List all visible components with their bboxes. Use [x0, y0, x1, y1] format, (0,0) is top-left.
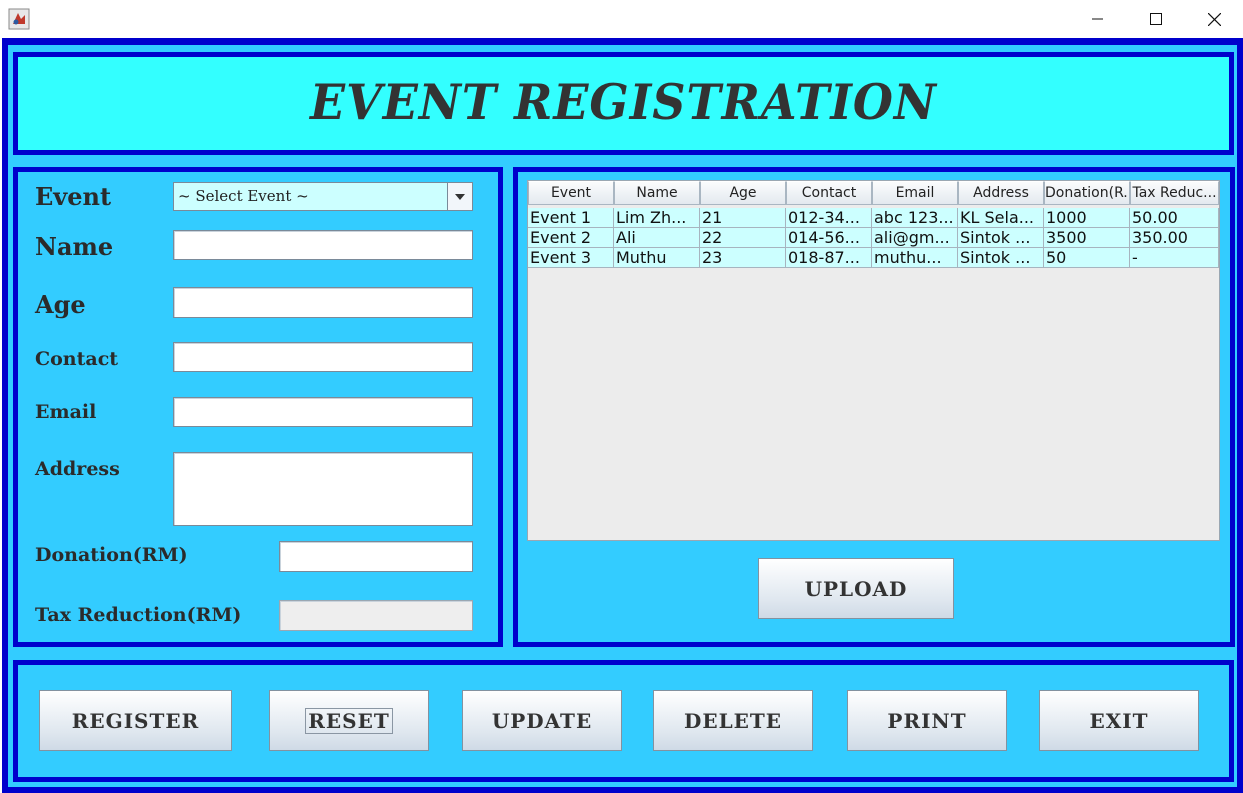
maximize-button[interactable] — [1133, 0, 1179, 38]
table-cell: 3500 — [1044, 228, 1130, 248]
table-row[interactable]: Event 1 Lim Zh... 21 012-34... abc 123..… — [528, 208, 1219, 228]
table-cell: 012-34... — [786, 208, 872, 228]
address-field[interactable] — [173, 452, 473, 526]
column-header[interactable]: Email — [872, 181, 958, 205]
minimize-icon — [1092, 18, 1103, 20]
table-cell: KL Sela... — [958, 208, 1044, 228]
close-button[interactable] — [1191, 0, 1237, 38]
table-cell: Lim Zh... — [614, 208, 700, 228]
table-cell: 22 — [700, 228, 786, 248]
table-cell: ali@gm... — [872, 228, 958, 248]
table-cell: 50 — [1044, 248, 1130, 268]
table-cell: 018-87... — [786, 248, 872, 268]
address-label: Address — [35, 458, 120, 480]
window-titlebar — [0, 0, 1243, 38]
table-cell: 23 — [700, 248, 786, 268]
table-cell: Event 3 — [528, 248, 614, 268]
close-icon — [1207, 12, 1221, 26]
table-cell: muthu... — [872, 248, 958, 268]
tax-reduction-label: Tax Reduction(RM) — [35, 604, 242, 626]
table-cell: Sintok ... — [958, 248, 1044, 268]
delete-button[interactable]: DELETE — [653, 690, 813, 751]
table-header: Event Name Age Contact Email Address Don… — [528, 181, 1219, 207]
table-cell: 21 — [700, 208, 786, 228]
column-header[interactable]: Donation(R... — [1044, 181, 1130, 205]
column-header[interactable]: Contact — [786, 181, 872, 205]
header-panel: EVENT REGISTRATION — [13, 52, 1234, 155]
tax-reduction-field — [279, 600, 473, 631]
java-app-icon — [8, 8, 30, 30]
email-label: Email — [35, 401, 97, 423]
contact-field[interactable] — [173, 342, 473, 372]
table-cell: 1000 — [1044, 208, 1130, 228]
table-cell: 50.00 — [1130, 208, 1219, 228]
name-label: Name — [35, 232, 114, 261]
update-button[interactable]: UPDATE — [462, 690, 622, 751]
table-cell: - — [1130, 248, 1219, 268]
minimize-button[interactable] — [1075, 0, 1121, 38]
email-field[interactable] — [173, 397, 473, 427]
table-cell: 014-56... — [786, 228, 872, 248]
page-title: EVENT REGISTRATION — [310, 73, 937, 131]
contact-label: Contact — [35, 348, 119, 370]
table-cell: 350.00 — [1130, 228, 1219, 248]
table-cell: Muthu — [614, 248, 700, 268]
name-field[interactable] — [173, 230, 473, 260]
table-row[interactable]: Event 3 Muthu 23 018-87... muthu... Sint… — [528, 248, 1219, 268]
chevron-down-icon[interactable] — [447, 183, 472, 210]
column-header[interactable]: Event — [528, 181, 614, 205]
reset-button[interactable]: RESET — [269, 690, 429, 751]
column-header[interactable]: Name — [614, 181, 700, 205]
column-header[interactable]: Address — [958, 181, 1044, 205]
maximize-icon — [1150, 13, 1162, 25]
donation-field[interactable] — [279, 541, 473, 572]
register-button[interactable]: REGISTER — [39, 690, 232, 751]
table-cell: Ali — [614, 228, 700, 248]
donation-label: Donation(RM) — [35, 544, 188, 566]
table-cell: Event 1 — [528, 208, 614, 228]
column-header[interactable]: Tax Reduc... — [1130, 181, 1219, 205]
event-label: Event — [35, 182, 112, 211]
event-select-value: ~ Select Event ~ — [178, 187, 309, 205]
table-cell: Sintok ... — [958, 228, 1044, 248]
table-cell: abc 123... — [872, 208, 958, 228]
upload-button[interactable]: UPLOAD — [758, 558, 954, 619]
table-cell: Event 2 — [528, 228, 614, 248]
column-header[interactable]: Age — [700, 181, 786, 205]
registrations-table[interactable]: Event Name Age Contact Email Address Don… — [527, 180, 1220, 541]
table-row[interactable]: Event 2 Ali 22 014-56... ali@gm... Sinto… — [528, 228, 1219, 248]
age-field[interactable] — [173, 287, 473, 318]
event-select[interactable]: ~ Select Event ~ — [173, 182, 473, 211]
exit-button[interactable]: EXIT — [1039, 690, 1199, 751]
age-label: Age — [35, 290, 86, 319]
print-button[interactable]: PRINT — [847, 690, 1007, 751]
reset-button-label: RESET — [305, 707, 393, 734]
